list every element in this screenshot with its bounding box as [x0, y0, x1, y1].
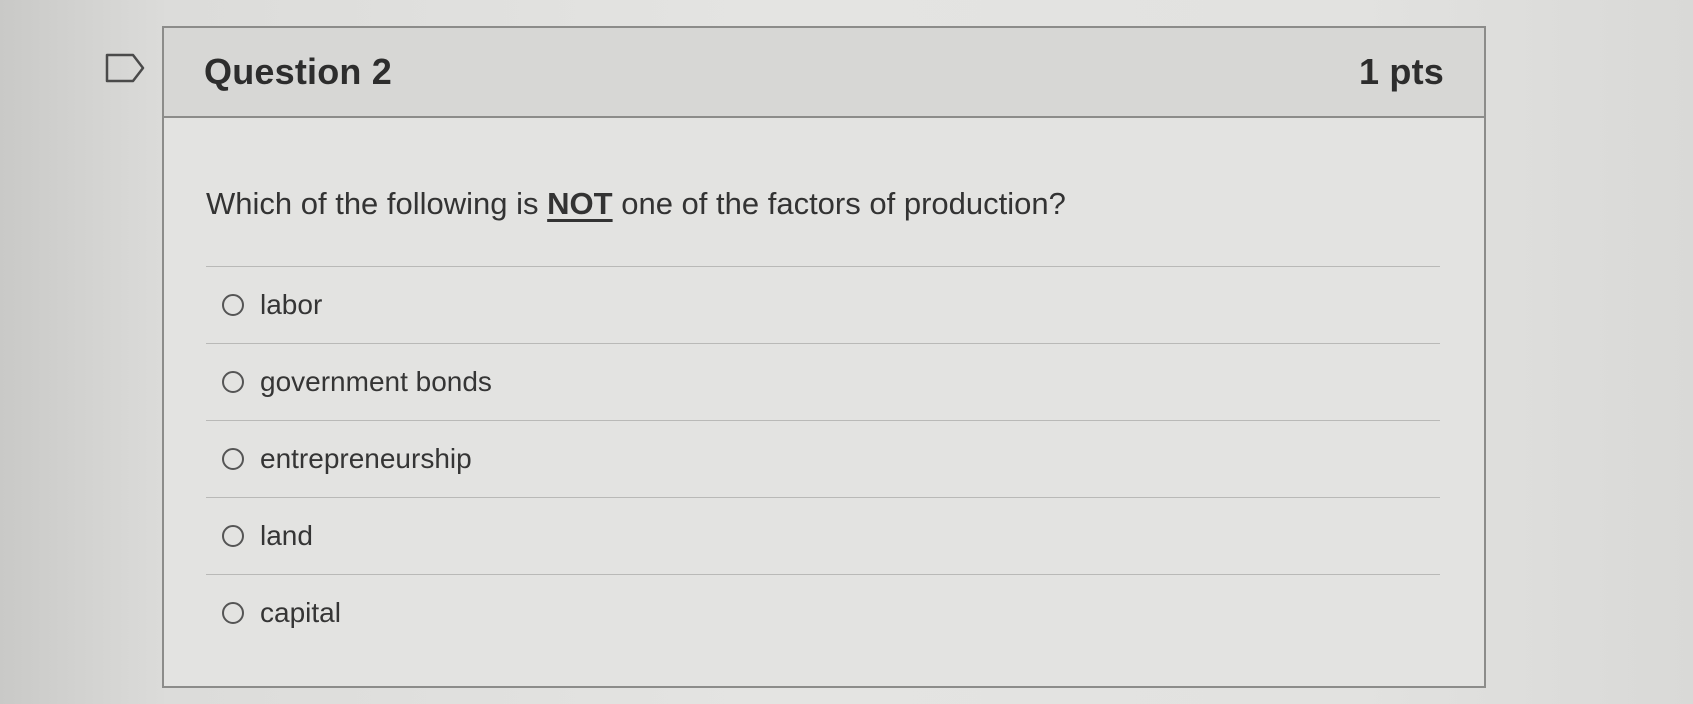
answer-label: land [260, 520, 313, 551]
answer-label: entrepreneurship [260, 443, 472, 474]
answer-label: labor [260, 289, 323, 320]
answer-list: labor government bonds entrepreneurship … [206, 266, 1440, 651]
answer-label: capital [260, 597, 341, 628]
answer-option-government-bonds[interactable]: government bonds [206, 344, 1440, 421]
radio-button[interactable] [222, 448, 244, 470]
question-title: Question 2 [204, 51, 393, 92]
answer-option-capital[interactable]: capital [206, 575, 1440, 651]
question-text-before: Which of the following is [206, 186, 548, 221]
question-points: 1 pts [1358, 51, 1444, 92]
answer-option-land[interactable]: land [206, 498, 1440, 575]
radio-button[interactable] [222, 602, 244, 624]
question-text: Which of the following is NOT one of the… [206, 118, 1440, 224]
question-card: Question 2 1 pts Which of the following … [162, 26, 1486, 688]
radio-button[interactable] [222, 294, 244, 316]
question-text-emphasis: NOT [547, 186, 613, 221]
question-text-after: one of the factors of production? [612, 186, 1066, 221]
radio-button[interactable] [222, 371, 244, 393]
answer-label: government bonds [260, 366, 492, 397]
question-body: Which of the following is NOT one of the… [164, 118, 1484, 651]
flag-question-icon[interactable] [105, 53, 145, 83]
answer-option-entrepreneurship[interactable]: entrepreneurship [206, 421, 1440, 498]
answer-option-labor[interactable]: labor [206, 267, 1440, 344]
question-header: Question 2 1 pts [164, 28, 1484, 118]
radio-button[interactable] [222, 525, 244, 547]
